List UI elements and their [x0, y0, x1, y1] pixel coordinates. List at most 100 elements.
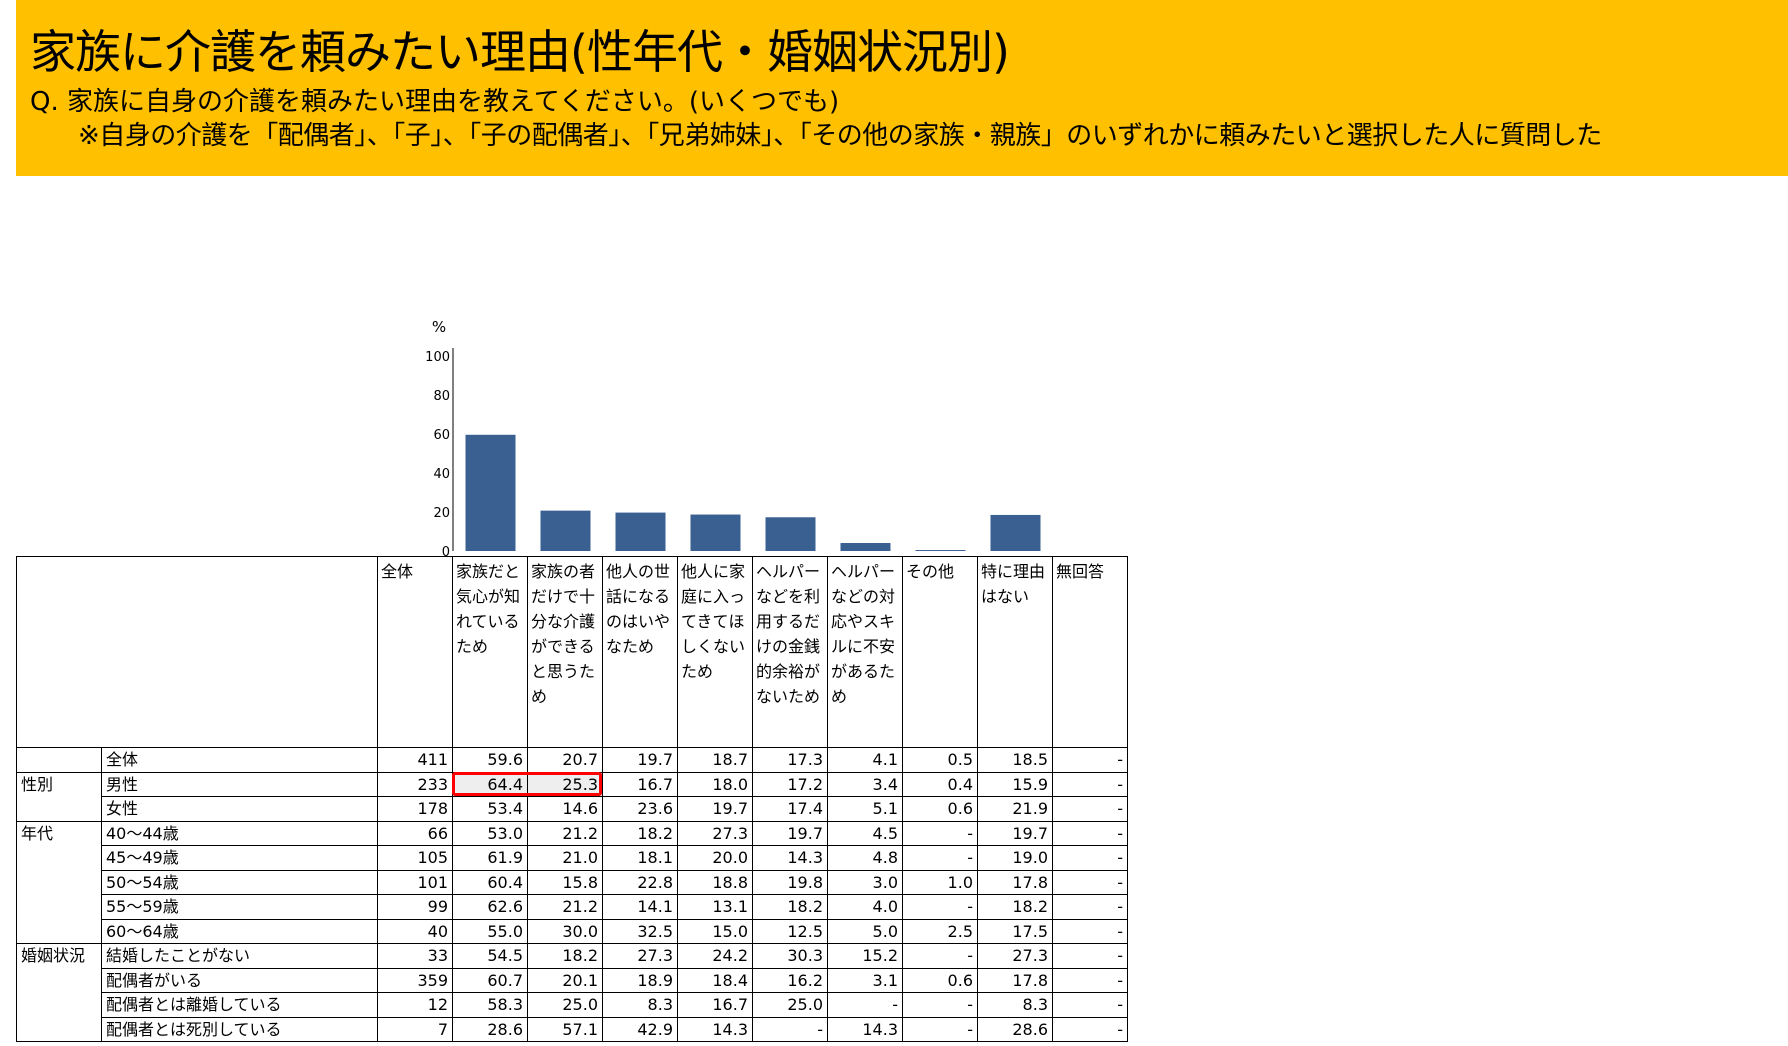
table-cell: 16.2	[752, 967, 828, 993]
column-header-1: 家族だと気心が知れているため	[452, 556, 528, 748]
table-cell: 55.0	[452, 918, 528, 944]
table-row: 婚姻状況 結婚したことがない 33 54.5 18.2 27.3 24.2 30.3 15.2-…	[16, 943, 1128, 969]
table-cell: -	[902, 1016, 978, 1042]
table-cell: -	[827, 992, 903, 1018]
table-cell: 24.2	[677, 943, 753, 969]
table-cell: 13.1	[677, 894, 753, 920]
row-label: 全体	[101, 747, 378, 773]
table-cell: -	[902, 992, 978, 1018]
table-cell: 0.4	[902, 771, 978, 797]
table-cell: 18.7	[677, 747, 753, 773]
bar-7	[915, 550, 966, 551]
table-cell: -	[1052, 943, 1128, 969]
table-cell: -	[1052, 918, 1128, 944]
table-cell: 62.6	[452, 894, 528, 920]
table-cell: 14.3	[827, 1016, 903, 1042]
table-cell: 17.8	[977, 967, 1053, 993]
table-cell: -	[902, 894, 978, 920]
table-cell: 5.1	[827, 796, 903, 822]
y-tick-label: 20	[433, 506, 450, 521]
table-cell: 19.7	[752, 820, 828, 846]
row-n: 178	[377, 796, 453, 822]
column-header-8: 特に理由はない	[977, 556, 1053, 748]
table-cell: 14.3	[752, 845, 828, 871]
row-n: 12	[377, 992, 453, 1018]
row-n: 105	[377, 845, 453, 871]
bar-2	[540, 510, 591, 551]
table-corner	[16, 556, 378, 748]
table-cell: 17.3	[752, 747, 828, 773]
row-group-label	[16, 796, 102, 822]
row-label: 男性	[101, 771, 378, 797]
table-cell: 18.2	[977, 894, 1053, 920]
table-cell: -	[902, 845, 978, 871]
table-cell: 25.3	[527, 771, 603, 797]
table-cell: 23.6	[602, 796, 678, 822]
table-cell: 57.1	[527, 1016, 603, 1042]
table-cell: 60.7	[452, 967, 528, 993]
table-cell: 18.2	[752, 894, 828, 920]
table-cell: 42.9	[602, 1016, 678, 1042]
table-cell: 20.7	[527, 747, 603, 773]
row-n: 7	[377, 1016, 453, 1042]
table-cell: 19.0	[977, 845, 1053, 871]
table-cell: 18.2	[527, 943, 603, 969]
bar-8	[990, 514, 1041, 551]
table-cell: 17.4	[752, 796, 828, 822]
table-cell: 19.7	[977, 820, 1053, 846]
table-cell: 4.0	[827, 894, 903, 920]
table-row: 性別 男性 233 64.4 25.3 16.7 18.0 17.2 3.4 0.4 15.9-	[16, 771, 1128, 797]
table-cell: -	[1052, 796, 1128, 822]
row-group-label	[16, 919, 102, 944]
table-cell: 3.1	[827, 967, 903, 993]
bar-5	[765, 517, 816, 551]
row-group-label	[16, 992, 102, 1017]
table-row: 女性 178 53.4 14.6 23.6 19.7 17.4 5.1 0.6 21.9-	[16, 796, 1128, 822]
row-label: 60～64歳	[101, 918, 378, 944]
column-header-7: その他	[902, 556, 978, 748]
table-cell: 19.7	[602, 747, 678, 773]
row-n: 359	[377, 967, 453, 993]
row-label: 配偶者とは離婚している	[101, 992, 378, 1018]
table-cell: 18.8	[677, 869, 753, 895]
table-row: 年代 40～44歳 66 53.0 21.2 18.2 27.3 19.7 4.5-19.7-	[16, 820, 1128, 846]
row-n: 411	[377, 747, 453, 773]
table-cell: -	[1052, 747, 1128, 773]
bar-1	[465, 434, 516, 551]
column-header-total: 全体	[377, 556, 453, 748]
table-cell: 15.8	[527, 869, 603, 895]
table-cell: 21.9	[977, 796, 1053, 822]
table-cell: 17.5	[977, 918, 1053, 944]
table-cell: 53.0	[452, 820, 528, 846]
y-axis-unit: %	[432, 318, 446, 336]
row-group-label	[16, 894, 102, 919]
table-cell: 18.5	[977, 747, 1053, 773]
table-cell: 18.9	[602, 967, 678, 993]
table-row: 55～59歳 99 62.6 21.2 14.1 13.1 18.2 4.0-18.2-	[16, 894, 1128, 920]
table-row: 配偶者とは離婚している 12 58.3 25.0 8.3 16.7 25.0- -8.3-	[16, 992, 1128, 1018]
table-cell: 0.5	[902, 747, 978, 773]
table-cell: 4.8	[827, 845, 903, 871]
row-n: 66	[377, 820, 453, 846]
table-cell: 27.3	[677, 820, 753, 846]
table-cell: 3.4	[827, 771, 903, 797]
table-cell: -	[1052, 820, 1128, 846]
row-label: 45～49歳	[101, 845, 378, 871]
table-cell: 32.5	[602, 918, 678, 944]
table-cell: 28.6	[977, 1016, 1053, 1042]
table-cell: -	[902, 820, 978, 846]
table-cell: -	[1052, 967, 1128, 993]
row-group-label	[16, 845, 102, 870]
table-cell: 14.6	[527, 796, 603, 822]
table-cell: -	[1052, 869, 1128, 895]
y-tick-label: 40	[433, 467, 450, 482]
table-cell: 17.8	[977, 869, 1053, 895]
bar-3	[615, 512, 666, 551]
row-n: 101	[377, 869, 453, 895]
bar-6	[840, 543, 891, 551]
table-cell: 64.4	[452, 771, 528, 797]
table-cell: 5.0	[827, 918, 903, 944]
row-group-label: 性別	[16, 771, 102, 797]
table-cell: 22.8	[602, 869, 678, 895]
table-cell: 21.0	[527, 845, 603, 871]
